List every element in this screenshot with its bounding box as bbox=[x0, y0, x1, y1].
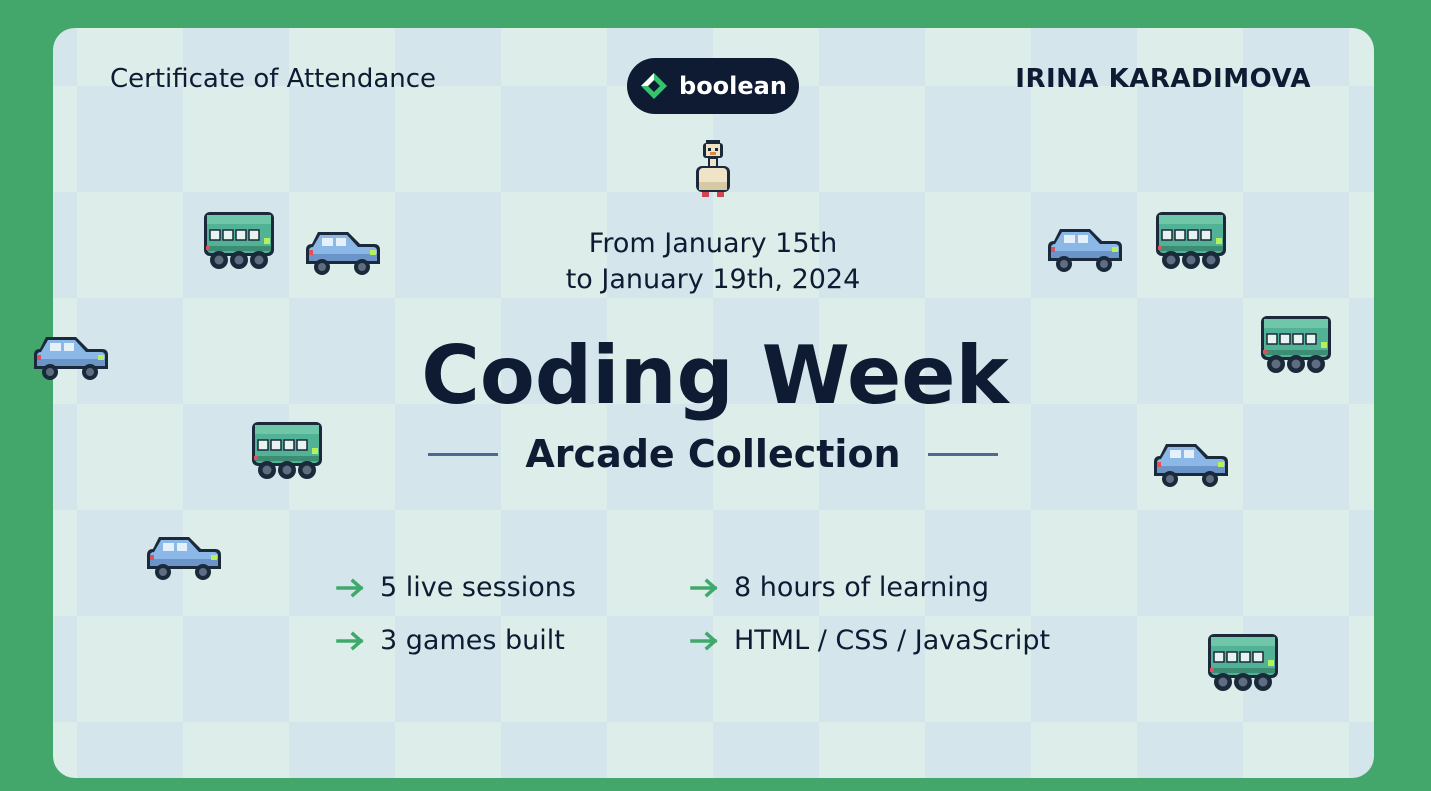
feature-item: 3 games built bbox=[336, 625, 565, 656]
car-sprite-icon bbox=[1152, 432, 1230, 498]
subtitle-divider-right bbox=[928, 452, 998, 456]
car-sprite-icon bbox=[304, 220, 382, 286]
certificate-type: Certificate of Attendance bbox=[110, 64, 437, 94]
boolean-logo-icon bbox=[641, 73, 668, 99]
logo-text: boolean bbox=[679, 72, 787, 100]
attendee-name: IRINA KARADIMOVA bbox=[1015, 64, 1311, 94]
boolean-logo: boolean bbox=[627, 58, 799, 114]
bus-sprite-icon bbox=[1152, 210, 1230, 276]
bus-sprite-icon bbox=[1257, 314, 1335, 380]
feature-item: HTML / CSS / JavaScript bbox=[690, 625, 1050, 656]
bus-sprite-icon bbox=[1204, 632, 1282, 698]
car-sprite-icon bbox=[32, 325, 110, 391]
feature-text: HTML / CSS / JavaScript bbox=[734, 625, 1051, 656]
feature-item: 8 hours of learning bbox=[690, 572, 989, 603]
dates-line-1: From January 15th bbox=[588, 228, 838, 259]
feature-text: 5 live sessions bbox=[380, 572, 576, 603]
arrow-right-icon bbox=[690, 578, 720, 598]
duck-sprite-icon bbox=[696, 140, 730, 197]
feature-text: 8 hours of learning bbox=[734, 572, 990, 603]
car-sprite-icon bbox=[145, 525, 223, 591]
bus-sprite-icon bbox=[248, 420, 326, 486]
event-subtitle: Arcade Collection bbox=[525, 432, 901, 476]
arrow-right-icon bbox=[336, 578, 366, 598]
feature-text: 3 games built bbox=[380, 625, 565, 656]
arrow-right-icon bbox=[336, 631, 366, 651]
event-title: Coding Week bbox=[421, 329, 1009, 422]
arrow-right-icon bbox=[690, 631, 720, 651]
feature-item: 5 live sessions bbox=[336, 572, 576, 603]
car-sprite-icon bbox=[1046, 217, 1124, 283]
event-dates: From January 15th to January 19th, 2024 bbox=[500, 226, 926, 298]
dates-line-2: to January 19th, 2024 bbox=[565, 264, 861, 295]
subtitle-divider-left bbox=[428, 452, 498, 456]
bus-sprite-icon bbox=[200, 210, 278, 276]
subtitle-row: Arcade Collection bbox=[428, 432, 998, 476]
